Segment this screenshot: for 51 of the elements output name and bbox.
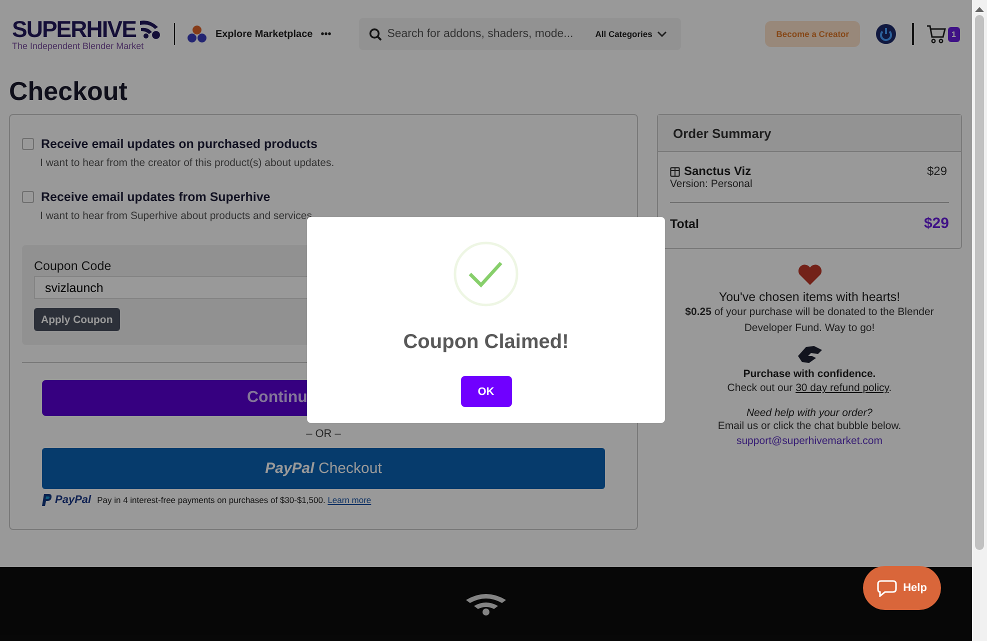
explore-link[interactable]: Explore Marketplace <box>215 28 313 40</box>
total-label: Total <box>670 216 699 230</box>
option-description: I want to hear from the creator of this product(s) about updates. <box>40 157 336 169</box>
check-icon <box>453 241 519 307</box>
support-email-link[interactable]: support@superhivemarket.com <box>736 435 883 447</box>
or-separator: – OR – <box>306 428 341 440</box>
paypal-checkout-button[interactable]: PayPal Checkout <box>42 448 605 489</box>
checkbox[interactable] <box>22 138 34 150</box>
scroll-up-icon[interactable] <box>975 6 984 12</box>
help-button[interactable]: Help <box>863 566 941 610</box>
learn-more-link[interactable]: Learn more <box>328 495 372 505</box>
dialog-title: Coupon Claimed! <box>403 331 569 354</box>
help-question: Need help with your order? <box>746 407 873 419</box>
apply-coupon-button[interactable]: Apply Coupon <box>34 308 120 331</box>
cart-count: 1 <box>948 26 960 42</box>
help-text: Email us or click the chat bubble below. <box>716 419 902 433</box>
box-icon <box>670 166 680 176</box>
hearts-heading: You've chosen items with hearts! <box>718 290 900 304</box>
chevron-down-icon <box>657 31 668 37</box>
checkbox[interactable] <box>22 191 34 203</box>
logo-tagline: The Independent Blender Market <box>12 41 145 51</box>
chat-bubble-icon <box>877 579 898 597</box>
summary-title: Order Summary <box>673 126 772 140</box>
category-dropdown[interactable]: All Categories <box>587 18 682 50</box>
paypal-icon <box>42 494 52 506</box>
donation-text: $0.25 of your purchase will be donated to the Blender Developer Fund. Way to go! <box>684 305 935 336</box>
refund-text: Check out our 30 day refund policy. <box>726 381 893 396</box>
confidence-heading: Purchase with confidence. <box>743 368 876 380</box>
power-icon[interactable] <box>876 24 896 44</box>
ok-button[interactable]: OK <box>460 376 512 407</box>
total-amount: $29 <box>924 215 949 232</box>
heart-icon <box>796 264 822 286</box>
coupon-label: Coupon Code <box>34 259 112 273</box>
logo-wordmark[interactable]: SUPERHIVE <box>12 17 136 41</box>
scrollbar[interactable] <box>972 0 987 641</box>
more-menu[interactable]: ••• <box>320 28 332 40</box>
paypal-brand: PayPal <box>55 494 92 506</box>
refund-policy-link[interactable]: 30 day refund policy <box>796 382 889 394</box>
page-title: Checkout <box>9 76 128 106</box>
product-version: Version: Personal <box>670 178 752 190</box>
option-label: Receive email updates on purchased products <box>41 137 318 151</box>
pay-later-note: Pay in 4 interest-free payments on purchases of $30-$1,500. Learn more <box>97 495 372 505</box>
option-label: Receive email updates from Superhive <box>41 190 270 204</box>
circles-icon <box>187 25 208 43</box>
logo-icon <box>464 592 508 616</box>
product-price: $29 <box>926 164 947 180</box>
search-field[interactable]: Search for addons, shaders, mode... <box>359 18 588 50</box>
product-name: Sanctus Viz <box>684 164 752 178</box>
cart-icon[interactable] <box>926 24 946 44</box>
option-description: I want to hear from Superhive about products and services <box>40 210 313 222</box>
logo-icon <box>138 18 162 40</box>
